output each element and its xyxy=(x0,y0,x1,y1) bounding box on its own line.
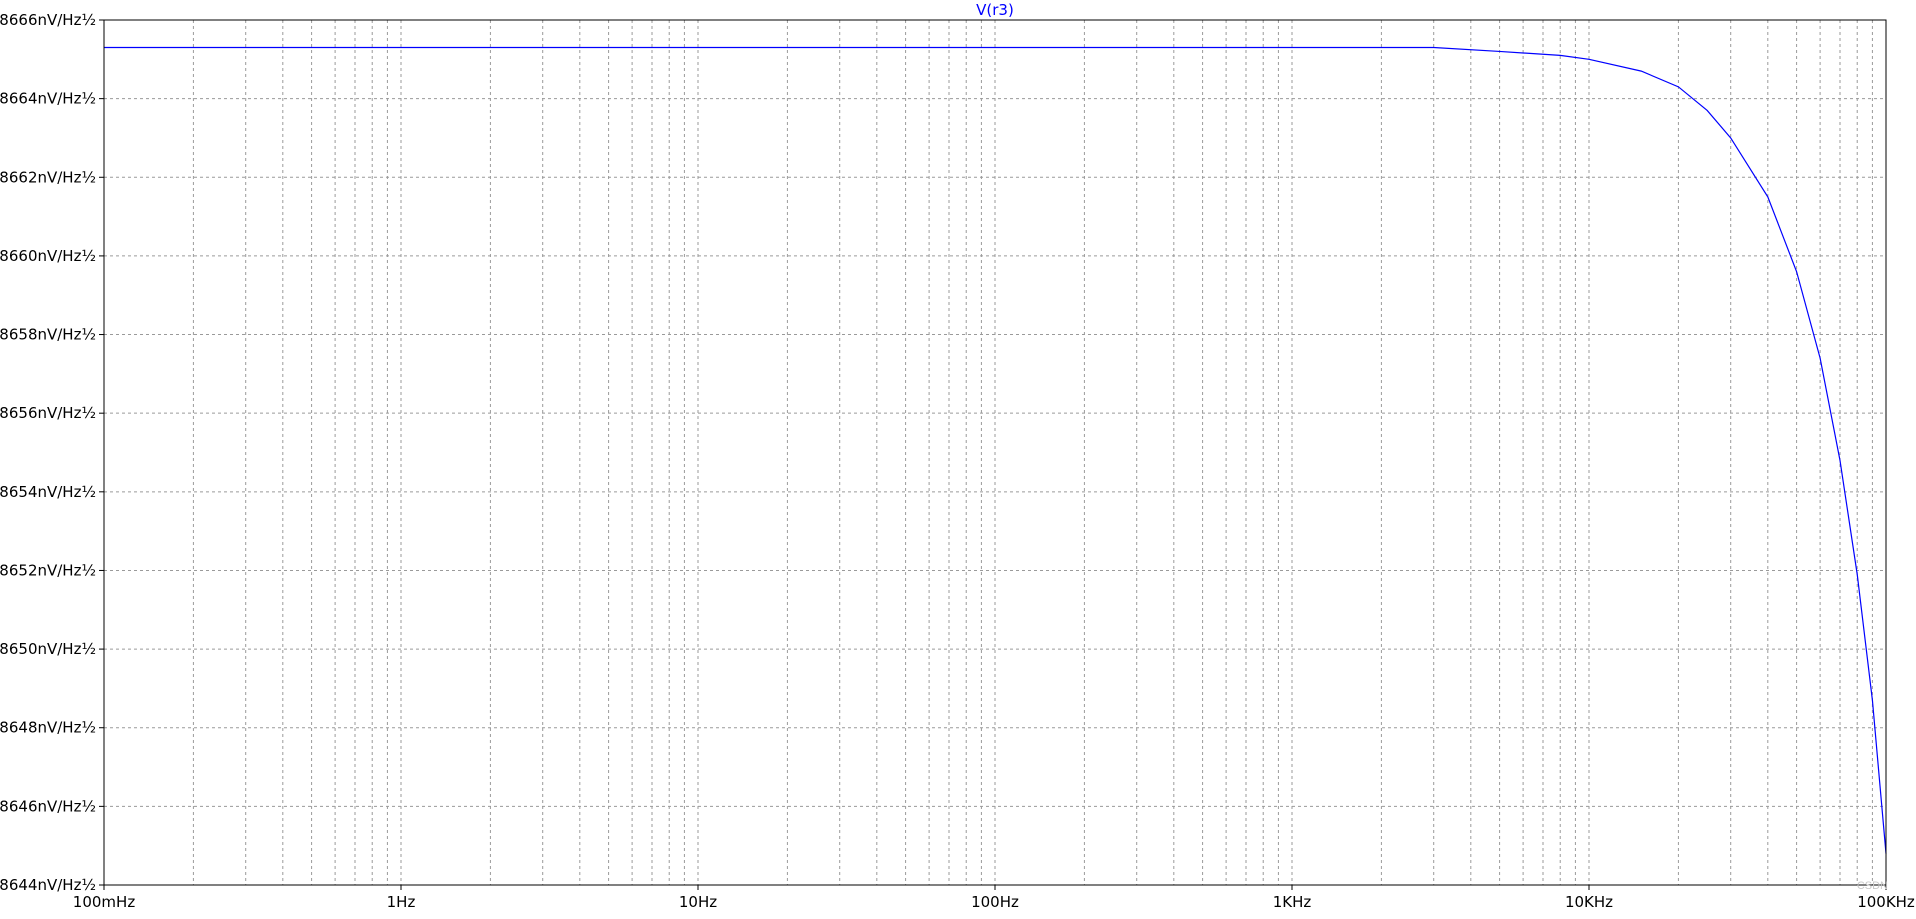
x-tick-label: 10Hz xyxy=(679,893,717,911)
x-tick-label: 10KHz xyxy=(1565,893,1613,911)
y-tick-label: 14.8648nV/Hz½ xyxy=(0,719,96,737)
x-axis-ticks: 100mHz 1Hz 10Hz 100Hz 1KHz 10KHz 100KHz xyxy=(73,885,1915,911)
y-tick-label: 14.8658nV/Hz½ xyxy=(0,326,96,344)
y-tick-label: 14.8652nV/Hz½ xyxy=(0,561,96,579)
x-tick-label: 100KHz xyxy=(1857,893,1915,911)
x-tick-label: 100Hz xyxy=(971,893,1019,911)
chart: 100mHz 1Hz 10Hz 100Hz 1KHz 10KHz 100KHz 14.866… xyxy=(0,1,1915,911)
y-tick-label: 14.8650nV/Hz½ xyxy=(0,640,96,658)
y-tick-label: 14.8664nV/Hz½ xyxy=(0,90,96,108)
y-tick-label: 14.8646nV/Hz½ xyxy=(0,797,96,815)
x-tick-label: 1Hz xyxy=(387,893,416,911)
y-axis-ticks: 14.8666nV/Hz½ 14.8664nV/Hz½ 14.8662nV/Hz½ 1… xyxy=(0,11,104,894)
y-tick-label: 14.8644nV/Hz½ xyxy=(0,876,96,894)
y-tick-label: 14.8666nV/Hz½ xyxy=(0,11,96,29)
chart-title[interactable]: V(r3) xyxy=(976,1,1014,19)
y-tick-label: 14.8654nV/Hz½ xyxy=(0,483,96,501)
y-tick-label: 14.8660nV/Hz½ xyxy=(0,247,96,265)
watermark: CSDN xyxy=(1856,880,1888,892)
y-tick-label: 14.8662nV/Hz½ xyxy=(0,168,96,186)
x-tick-label: 100mHz xyxy=(73,893,136,911)
x-tick-label: 1KHz xyxy=(1273,893,1312,911)
plot-area: 100mHz 1Hz 10Hz 100Hz 1KHz 10KHz 100KHz 14.866… xyxy=(0,0,1916,914)
y-tick-label: 14.8656nV/Hz½ xyxy=(0,404,96,422)
